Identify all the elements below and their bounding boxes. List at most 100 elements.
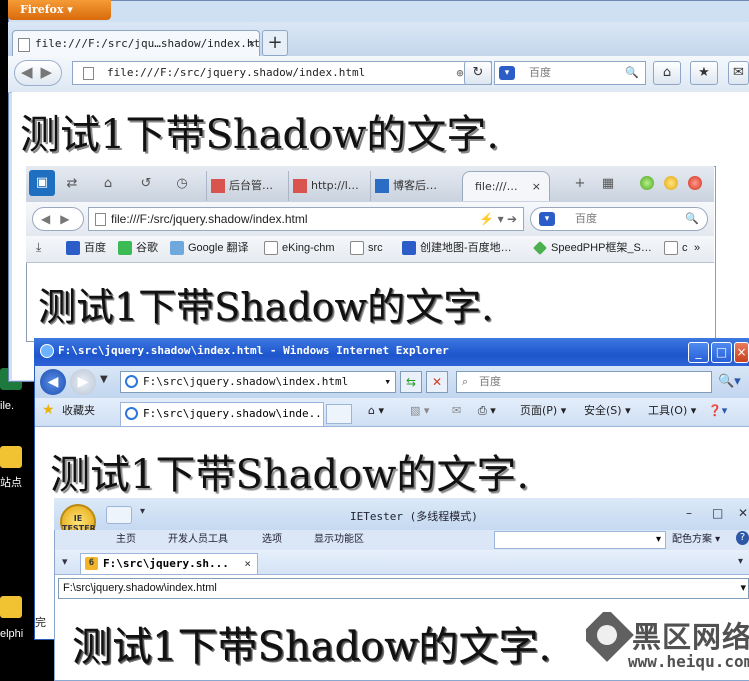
new-tab-button[interactable] bbox=[326, 404, 352, 424]
search-icon: ⌕ bbox=[462, 375, 469, 388]
address-dropdown-icon[interactable]: ▾ bbox=[384, 372, 391, 392]
back-button[interactable]: ◀ bbox=[40, 369, 66, 395]
stop-button[interactable]: ✕ bbox=[426, 371, 448, 393]
tab-scroll-icon[interactable]: ▾ bbox=[738, 556, 743, 567]
ribbon-tab-devtools[interactable]: 开发人员工具 bbox=[168, 534, 228, 546]
home-icon[interactable]: ⌂ bbox=[98, 175, 118, 193]
bookmarks-button[interactable]: ★ bbox=[690, 61, 718, 85]
firefox-menu-button[interactable]: Firefox ▾ bbox=[8, 0, 111, 20]
ietester-tab[interactable]: 6 F:\src\jquery.sh... × bbox=[80, 553, 258, 574]
reload-button[interactable]: ↻ bbox=[464, 61, 492, 85]
maxthon-url-bar[interactable]: file:///F:/src/jquery.shadow/index.html … bbox=[88, 207, 524, 231]
history-icon[interactable]: ◷ bbox=[172, 175, 192, 193]
ribbon-tab-options[interactable]: 选项 bbox=[262, 534, 282, 546]
address-dropdown-icon[interactable]: ▾ bbox=[740, 579, 746, 598]
ribbon-tab-show-ribbon[interactable]: 显示功能区 bbox=[314, 534, 364, 546]
close-button[interactable] bbox=[688, 176, 702, 190]
close-button[interactable]: ✕ bbox=[738, 506, 748, 520]
ribbon-tab-home[interactable]: 主页 bbox=[116, 534, 136, 546]
print-icon[interactable]: ⎙ ▾ bbox=[478, 404, 496, 418]
minimize-button[interactable]: – bbox=[686, 506, 692, 520]
minimize-button[interactable] bbox=[640, 176, 654, 190]
ietester-address-bar[interactable]: F:\src\jquery.shadow\index.html ▾ bbox=[58, 578, 749, 599]
ribbon-combo[interactable]: ▾ bbox=[494, 531, 666, 549]
desktop-folder-icon[interactable] bbox=[0, 446, 22, 468]
new-tab-icon[interactable]: + bbox=[570, 175, 590, 193]
maxthon-logo-icon[interactable]: ▣ bbox=[29, 170, 55, 196]
page-heading: 测试1下带Shadow的文字. bbox=[20, 112, 500, 158]
tab-grid-icon[interactable]: ▦ bbox=[598, 175, 618, 193]
close-button[interactable]: × bbox=[734, 342, 749, 363]
ie-url-text: F:\src\jquery.shadow\index.html bbox=[143, 375, 349, 388]
go-arrow-icon[interactable]: ⚡ ▾ ➔ bbox=[479, 208, 517, 230]
search-placeholder: 百度 bbox=[529, 66, 551, 79]
bookmark-item[interactable]: 谷歌 bbox=[118, 241, 158, 255]
bookmark-item[interactable]: 创建地图-百度地… bbox=[402, 241, 512, 255]
mail-icon[interactable]: ✉ bbox=[728, 61, 749, 85]
firefox-tab[interactable]: file:///F:/src/jqu…shadow/index.html × bbox=[12, 30, 260, 56]
tab-label: 博客后… bbox=[393, 179, 437, 192]
maximize-button[interactable]: □ bbox=[712, 506, 723, 520]
maxthon-tab-active[interactable]: file:///… × bbox=[462, 171, 550, 201]
maxthon-tab[interactable]: http://l… bbox=[288, 171, 368, 201]
search-placeholder: 百度 bbox=[479, 375, 501, 388]
bookmark-folder[interactable]: src bbox=[350, 241, 383, 255]
bookmark-item[interactable]: SpeedPHP框架_S… bbox=[533, 241, 652, 255]
tools-menu[interactable]: 工具(O) ▾ bbox=[648, 404, 696, 418]
ie-tab[interactable]: F:\src\jquery.shadow\inde... bbox=[120, 402, 324, 426]
home-button[interactable]: ⌂ bbox=[653, 61, 681, 85]
history-dropdown-icon[interactable]: ▼ bbox=[100, 374, 108, 385]
search-icon[interactable]: 🔍 bbox=[625, 62, 639, 84]
close-tab-icon[interactable]: × bbox=[532, 172, 541, 201]
download-icon[interactable]: ⤓ bbox=[36, 240, 41, 255]
desktop-folder-icon[interactable] bbox=[0, 596, 22, 618]
firefox-search-box[interactable]: ▾ 百度 🔍 bbox=[494, 61, 646, 85]
bookmark-item[interactable]: Google 翻译 bbox=[170, 241, 249, 255]
page-icon bbox=[18, 38, 30, 52]
close-tab-icon[interactable]: × bbox=[244, 554, 251, 573]
back-forward-button[interactable]: ◀▶ bbox=[14, 60, 62, 86]
undo-icon[interactable]: ↺ bbox=[136, 175, 156, 193]
page-heading: 测试1下带Shadow的文字. bbox=[38, 285, 494, 329]
color-scheme-menu[interactable]: 配色方案 ▾ bbox=[672, 534, 720, 546]
safety-menu[interactable]: 安全(S) ▾ bbox=[584, 404, 631, 418]
refresh-all-icon[interactable]: ⇄ bbox=[62, 175, 82, 193]
back-forward-button[interactable]: ◀▶ bbox=[32, 207, 84, 231]
ie6-badge-icon: 6 bbox=[85, 557, 98, 570]
ie-address-bar[interactable]: F:\src\jquery.shadow\index.html ▾ bbox=[120, 371, 396, 393]
feeds-icon[interactable]: ▧ ▾ bbox=[410, 404, 429, 418]
firefox-url-bar[interactable]: file:///F:/src/jquery.shadow/index.html … bbox=[72, 61, 492, 85]
home-icon[interactable]: ⌂ ▾ bbox=[368, 404, 384, 418]
search-go-icon[interactable]: 🔍▾ bbox=[718, 374, 741, 389]
page-icon bbox=[264, 241, 278, 255]
maxthon-tab[interactable]: 博客后… bbox=[370, 171, 456, 201]
ietester-window-title: IETester (多线程模式) bbox=[350, 510, 478, 523]
quick-access-dropdown-icon[interactable]: ▾ bbox=[140, 506, 145, 517]
baidu-paw-icon bbox=[66, 241, 80, 255]
new-tab-button[interactable]: + bbox=[262, 30, 288, 56]
help-icon[interactable]: ? bbox=[736, 531, 749, 545]
tab-list-icon[interactable]: ▾ bbox=[62, 555, 68, 568]
maximize-button[interactable] bbox=[664, 176, 678, 190]
page-menu[interactable]: 页面(P) ▾ bbox=[520, 404, 566, 418]
desktop-label: 站点 bbox=[0, 477, 22, 489]
translate-icon bbox=[170, 241, 184, 255]
bookmark-overflow-icon[interactable]: » bbox=[676, 241, 700, 255]
mail-icon[interactable]: ✉ bbox=[452, 404, 461, 418]
quick-access-button[interactable] bbox=[106, 506, 132, 524]
maxthon-search-box[interactable]: ▾ 百度 🔍 bbox=[530, 207, 708, 231]
minimize-button[interactable]: _ bbox=[688, 342, 709, 363]
maximize-button[interactable]: □ bbox=[711, 342, 732, 363]
bookmark-item[interactable]: 百度 bbox=[66, 241, 106, 255]
ie-search-box[interactable]: ⌕ 百度 bbox=[456, 371, 712, 393]
ie-status-text: 完 bbox=[35, 616, 46, 629]
bookmark-item[interactable]: eKing-chm bbox=[264, 241, 335, 255]
help-icon[interactable]: ❓▾ bbox=[708, 404, 727, 418]
tab-favicon-icon bbox=[293, 179, 307, 193]
refresh-button[interactable]: ⇆ bbox=[400, 371, 422, 393]
close-tab-icon[interactable]: × bbox=[248, 31, 255, 56]
maxthon-tab[interactable]: 后台管… bbox=[206, 171, 286, 201]
favorites-button[interactable]: ★ 收藏夹 bbox=[42, 403, 95, 418]
search-icon[interactable]: 🔍 bbox=[685, 208, 699, 230]
forward-button[interactable]: ▶ bbox=[70, 369, 96, 395]
